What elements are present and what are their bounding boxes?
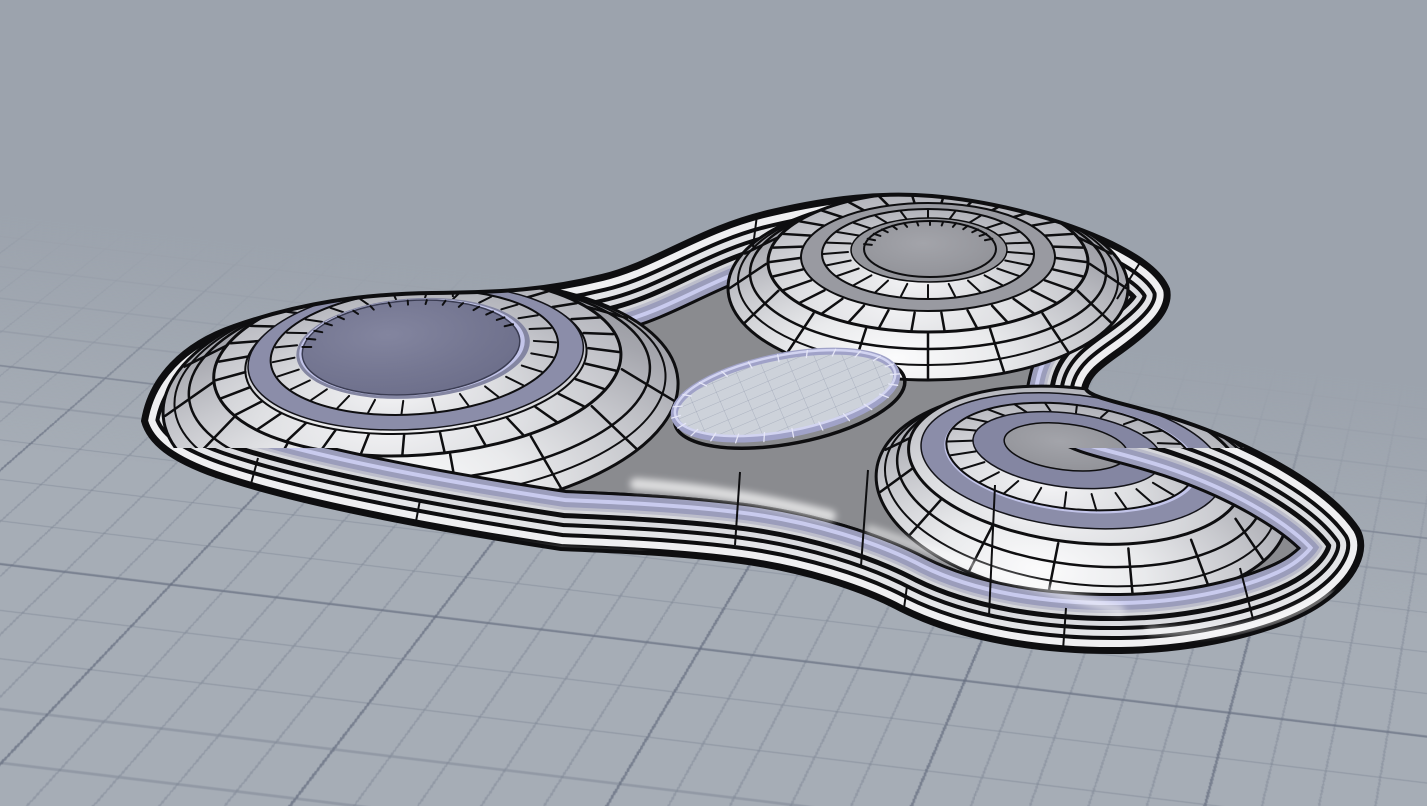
spinner-model[interactable] (0, 0, 1427, 806)
spinner-body (143, 192, 1362, 652)
cad-viewport[interactable] (0, 0, 1427, 806)
